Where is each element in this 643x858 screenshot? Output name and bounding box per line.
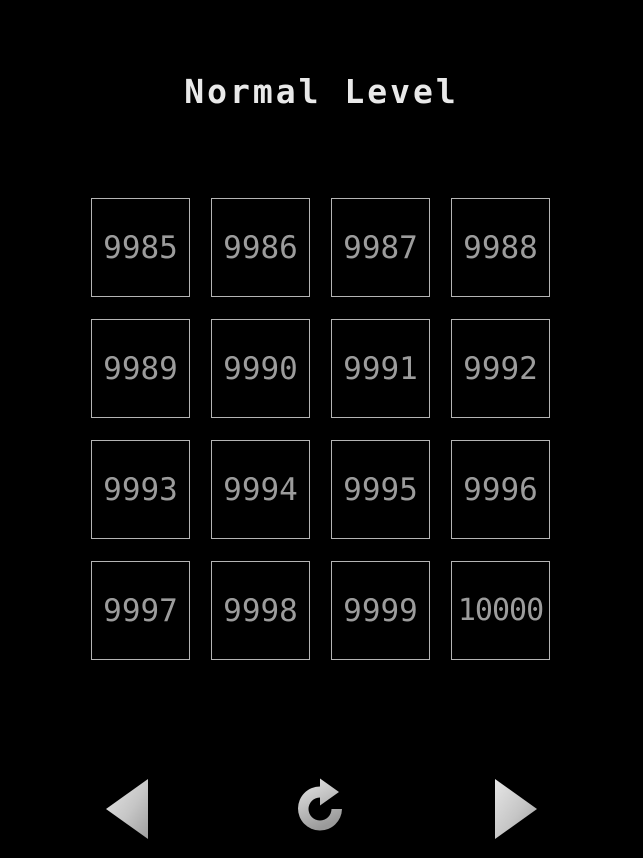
level-cell-label: 9988 xyxy=(463,229,538,266)
level-cell-label: 9985 xyxy=(103,229,178,266)
bottom-navigation xyxy=(0,760,643,858)
app-screen: Normal Level 9985 9986 9987 9988 9989 99… xyxy=(0,0,643,858)
level-cell[interactable]: 9990 xyxy=(211,319,310,418)
level-cell[interactable]: 9988 xyxy=(451,198,550,297)
level-cell-label: 9995 xyxy=(343,471,418,508)
level-cell-label: 9989 xyxy=(103,350,178,387)
level-cell[interactable]: 9989 xyxy=(91,319,190,418)
level-cell-label: 10000 xyxy=(457,592,544,628)
level-cell-label: 9987 xyxy=(343,229,418,266)
level-cell[interactable]: 9999 xyxy=(331,561,430,660)
level-cell[interactable]: 9996 xyxy=(451,440,550,539)
refresh-icon xyxy=(298,778,342,831)
level-cell[interactable]: 9998 xyxy=(211,561,310,660)
triangle-left-icon xyxy=(106,779,148,839)
level-cell[interactable]: 9991 xyxy=(331,319,430,418)
level-cell-label: 9999 xyxy=(343,592,418,629)
previous-page-button[interactable] xyxy=(73,760,183,858)
level-cell[interactable]: 9997 xyxy=(91,561,190,660)
title-bar: Normal Level xyxy=(0,72,643,112)
level-cell[interactable]: 9985 xyxy=(91,198,190,297)
level-grid: 9985 9986 9987 9988 9989 9990 9991 9992 … xyxy=(91,198,552,660)
level-cell-label: 9998 xyxy=(223,592,298,629)
level-cell[interactable]: 9995 xyxy=(331,440,430,539)
level-cell[interactable]: 10000 xyxy=(451,561,550,660)
level-cell-label: 9997 xyxy=(103,592,178,629)
level-cell-label: 9993 xyxy=(103,471,178,508)
level-cell-label: 9992 xyxy=(463,350,538,387)
level-cell-label: 9991 xyxy=(343,350,418,387)
refresh-button[interactable] xyxy=(265,760,375,858)
page-title: Normal Level xyxy=(184,72,459,111)
triangle-right-icon xyxy=(495,779,537,839)
level-cell-label: 9996 xyxy=(463,471,538,508)
level-cell[interactable]: 9994 xyxy=(211,440,310,539)
level-cell[interactable]: 9992 xyxy=(451,319,550,418)
level-cell[interactable]: 9993 xyxy=(91,440,190,539)
level-cell-label: 9990 xyxy=(223,350,298,387)
level-cell[interactable]: 9987 xyxy=(331,198,430,297)
next-page-button[interactable] xyxy=(460,760,570,858)
level-cell-label: 9986 xyxy=(223,229,298,266)
level-cell[interactable]: 9986 xyxy=(211,198,310,297)
level-cell-label: 9994 xyxy=(223,471,298,508)
